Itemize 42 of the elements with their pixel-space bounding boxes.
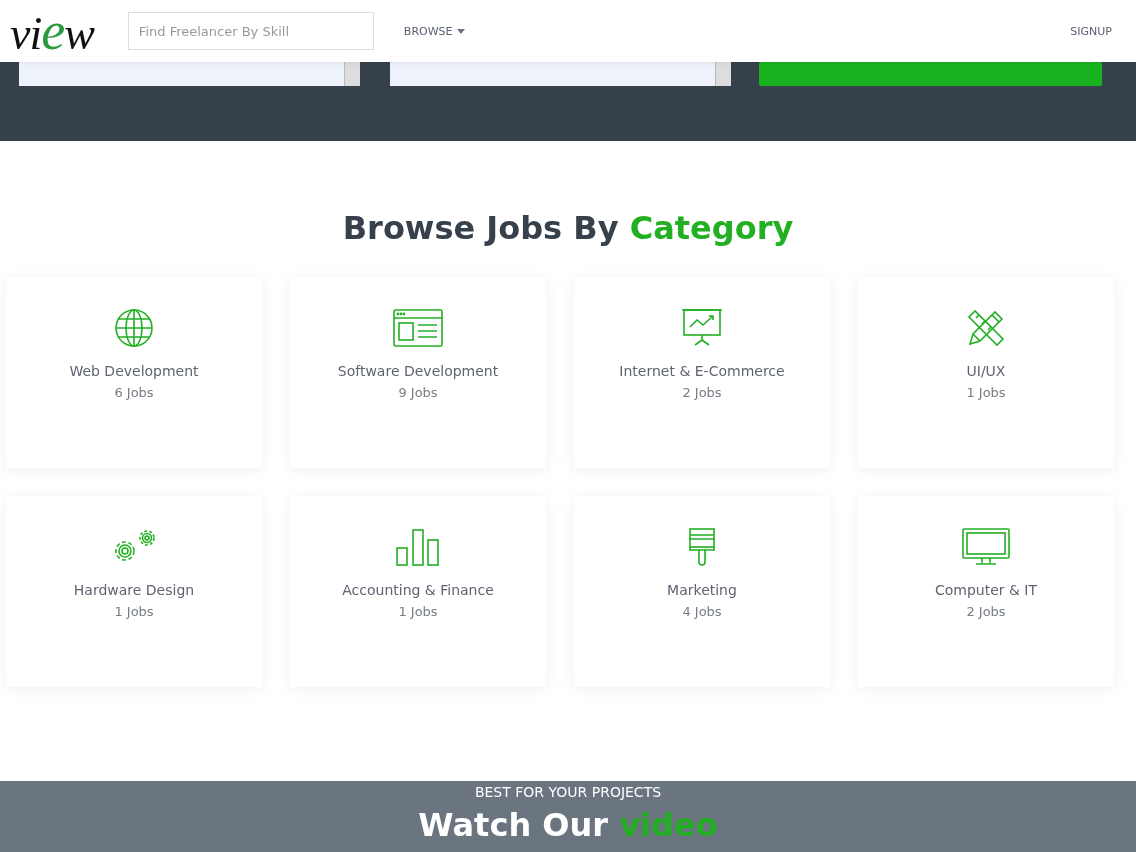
pencil-ruler-icon [967,309,1005,347]
job-count: 2 Jobs [966,604,1006,619]
section-title: Watch Our video [417,806,719,844]
presentation-chart-icon [682,309,722,347]
category-name: Hardware Design [73,582,195,598]
category-name: Computer & IT [934,582,1038,598]
category-card[interactable]: UI/UX 1 Jobs [858,277,1114,468]
job-count: 4 Jobs [682,604,722,619]
browser-window-icon [393,309,443,347]
category-card[interactable]: Software Development 9 Jobs [290,277,546,468]
select-field[interactable] [390,62,731,86]
nav-link[interactable]: BROWSE [403,24,465,38]
search-field[interactable]: Find Freelancer By Skill [127,12,374,50]
section-subtitle: BEST FOR YOUR PROJECTS [473,784,663,800]
nav-link[interactable]: SIGNUP [1070,24,1112,38]
section-title: Browse Jobs By Category [341,209,795,247]
bar-chart-icon [396,528,440,566]
category-card[interactable]: Hardware Design 1 Jobs [6,496,262,687]
category-name: Marketing [667,582,737,598]
job-count: 9 Jobs [398,385,438,400]
category-card[interactable]: Marketing 4 Jobs [574,496,830,687]
category-name: Software Development [337,363,499,379]
category-card[interactable]: Web Development 6 Jobs [6,277,262,468]
caret-icon [456,28,465,34]
category-card[interactable]: Computer & IT 2 Jobs [858,496,1114,687]
monitor-icon [962,528,1010,566]
category-name: Internet & E-Commerce [619,363,785,379]
job-count: 2 Jobs [682,385,722,400]
job-count: 1 Jobs [966,385,1006,400]
job-count: 1 Jobs [398,604,438,619]
category-card[interactable]: Accounting & Finance 1 Jobs [290,496,546,687]
paint-brush-icon [688,528,716,566]
category-name: Web Development [69,363,199,379]
category-name: UI/UX [966,363,1006,379]
category-card[interactable]: Internet & E-Commerce 2 Jobs [574,277,830,468]
category-name: Accounting & Finance [342,582,494,598]
select-field[interactable] [19,62,360,86]
job-count: 1 Jobs [114,604,154,619]
globe-icon [115,309,153,347]
search-button[interactable] [759,62,1102,86]
logo[interactable]: view [10,4,94,58]
job-count: 6 Jobs [114,385,154,400]
